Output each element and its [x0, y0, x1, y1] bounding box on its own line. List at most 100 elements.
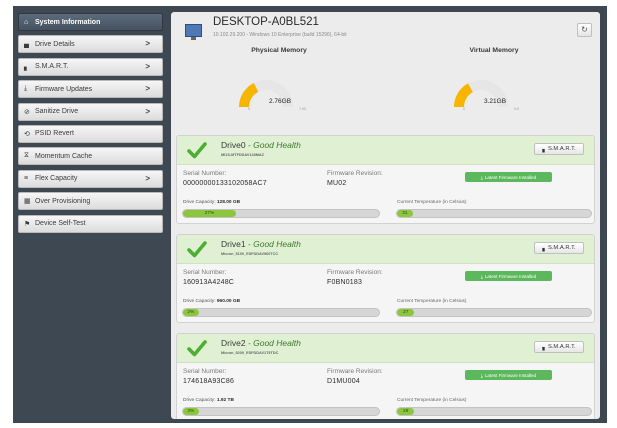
- sidebar-item-label: Device Self-Test: [35, 220, 86, 228]
- sidebar-item-label: PSID Revert: [35, 130, 74, 138]
- sidebar-item-label: Momentum Cache: [35, 152, 93, 160]
- drive-header: Drive1 - Good Health Micron_5100_ESFDDAV9…: [177, 235, 594, 264]
- sidebar-item-label: System Information: [35, 18, 101, 26]
- drive-title: Drive1 - Good Health: [221, 239, 301, 249]
- sliders-icon: ≡: [24, 175, 29, 183]
- capacity-caption: Drive Capacity:: [183, 200, 216, 205]
- firmware-label: Firmware Revision:: [327, 269, 383, 276]
- sidebar-item-system-information[interactable]: ⌂ System Information: [18, 13, 163, 31]
- sidebar-item-drive-details[interactable]: ▄ Drive Details >: [18, 35, 163, 54]
- drive-card: Drive1 - Good Health Micron_5100_ESFDDAV9…: [176, 234, 595, 323]
- firmware-status-badge: ⤓ Latest Firmware Installed: [465, 271, 552, 281]
- firmware-badge-label: Latest Firmware Installed: [484, 273, 537, 279]
- bar-chart-icon: ▖: [542, 344, 547, 351]
- physical-memory-gauge: [239, 80, 293, 108]
- smart-button[interactable]: ▖ S.M.A.R.T.: [534, 341, 584, 353]
- capacity-label: Drive Capacity: 128.00 GB: [183, 200, 240, 205]
- sidebar-item-over-provisioning[interactable]: ▦ Over Provisioning: [18, 192, 163, 211]
- sidebar-item-label: S.M.A.R.T.: [35, 63, 69, 71]
- capacity-bar-fill: 3%: [183, 408, 199, 415]
- sidebar-item-flex-capacity[interactable]: ≡ Flex Capacity >: [18, 169, 163, 188]
- capacity-bar: 3%: [182, 407, 380, 416]
- temperature-label: Current Temperature (in Celsius): [397, 200, 467, 205]
- drive-icon: ▄: [24, 40, 29, 48]
- system-subtitle: 10.102.29.200 - Windows 10 Enterprise (b…: [213, 32, 347, 38]
- hostname-title: DESKTOP-A0BL521: [213, 16, 319, 28]
- drive-title: Drive2 - Good Health: [221, 338, 301, 348]
- drive-health: - Good Health: [245, 239, 301, 249]
- firmware-value: F0BN0183: [327, 279, 363, 286]
- drive-name: Drive0: [221, 140, 246, 150]
- sidebar-item-sanitize-drive[interactable]: ⊘ Sanitize Drive >: [18, 102, 163, 121]
- refresh-icon: ↻: [581, 25, 588, 34]
- smart-button-label: S.M.A.R.T.: [547, 146, 576, 152]
- virtual-memory-max: 9.5: [514, 107, 519, 111]
- capacity-bar-fill: 2%: [183, 309, 199, 316]
- capacity-label: Drive Capacity: 1.92 TB: [183, 398, 234, 403]
- capacity-label: Drive Capacity: 960.00 GB: [183, 299, 240, 304]
- computer-icon: [185, 24, 202, 40]
- drive-model: MI1S-MTFDDAV128MAZ: [221, 153, 264, 157]
- firmware-value: D1MU004: [327, 378, 360, 385]
- firmware-label: Firmware Revision:: [327, 170, 383, 177]
- sidebar-item-label: Flex Capacity: [35, 175, 78, 183]
- smart-button[interactable]: ▖ S.M.A.R.T.: [534, 242, 584, 254]
- bar-chart-icon: ▖: [542, 146, 547, 153]
- sidebar-item-momentum-cache[interactable]: ⧖ Momentum Cache: [18, 147, 163, 166]
- temperature-bar-fill: 27: [397, 309, 415, 316]
- sidebar-item-label: Over Provisioning: [35, 197, 91, 205]
- app-window: ⌂ System Information ▄ Drive Details > ▖ S.M.A…: [13, 6, 607, 423]
- bar-chart-icon: ▖: [542, 245, 547, 252]
- gauge-fill: [239, 82, 259, 108]
- virtual-memory-title: Virtual Memory: [469, 47, 519, 54]
- capacity-bar: 27%: [182, 209, 380, 218]
- capacity-value: 128.00 GB: [216, 200, 241, 205]
- firmware-status-badge: ⤓ Latest Firmware Installed: [465, 370, 552, 380]
- drive-title: Drive0 - Good Health: [221, 140, 301, 150]
- serial-label: Serial Number:: [183, 170, 227, 177]
- home-icon: ⌂: [24, 18, 29, 26]
- drive-model: Micron_5200_ESFDDAV1T9TDC: [221, 351, 279, 355]
- serial-value: 160913A4248C: [183, 279, 235, 286]
- serial-value: 174618A93C86: [183, 378, 235, 385]
- refresh-button[interactable]: ↻: [577, 23, 592, 37]
- sidebar-item-device-self-test[interactable]: ⚑ Device Self-Test: [18, 214, 163, 233]
- download-icon: ⤓: [24, 85, 28, 93]
- chevron-right-icon: >: [145, 106, 150, 116]
- temperature-bar: 31: [396, 209, 592, 218]
- flag-icon: ⚑: [24, 220, 31, 228]
- drive-health: - Good Health: [245, 338, 301, 348]
- capacity-bar-fill: 27%: [183, 210, 236, 217]
- check-icon: [187, 142, 207, 159]
- temperature-bar: 27: [396, 308, 592, 317]
- drive-card: Drive2 - Good Health Micron_5200_ESFDDAV1…: [176, 333, 595, 419]
- sidebar-item-label: Drive Details: [35, 40, 75, 48]
- sidebar-nav: ⌂ System Information ▄ Drive Details > ▖ S.M.A…: [18, 13, 163, 237]
- chevron-right-icon: >: [145, 61, 150, 71]
- chevron-right-icon: >: [145, 84, 150, 94]
- physical-memory-max: 7.93: [299, 107, 306, 111]
- temperature-bar-fill: 31: [397, 210, 413, 217]
- sidebar-item-firmware-updates[interactable]: ⤓ Firmware Updates >: [18, 80, 163, 99]
- chevron-right-icon: >: [145, 39, 150, 49]
- smart-button[interactable]: ▖ S.M.A.R.T.: [534, 143, 584, 155]
- sidebar-item-label: Sanitize Drive: [35, 108, 79, 116]
- main-panel: DESKTOP-A0BL521 10.102.29.200 - Windows …: [171, 12, 600, 419]
- temperature-label: Current Temperature (in Celsius): [397, 398, 467, 403]
- capacity-caption: Drive Capacity:: [183, 299, 216, 304]
- temperature-bar-fill: 28: [397, 408, 415, 415]
- sidebar-item-s-m-a-r-t[interactable]: ▖ S.M.A.R.T. >: [18, 57, 163, 76]
- virtual-memory-value: 3.21GB: [484, 98, 507, 105]
- firmware-value: MU02: [327, 180, 347, 187]
- serial-label: Serial Number:: [183, 368, 227, 375]
- sidebar-item-psid-revert[interactable]: ⟲ PSID Revert: [18, 124, 163, 143]
- firmware-label: Firmware Revision:: [327, 368, 383, 375]
- drive-card: Drive0 - Good Health MI1S-MTFDDAV128MAZ ▖ S…: [176, 135, 595, 224]
- revert-icon: ⟲: [24, 130, 30, 138]
- serial-label: Serial Number:: [183, 269, 227, 276]
- drive-header: Drive2 - Good Health Micron_5200_ESFDDAV1…: [177, 334, 594, 363]
- capacity-value: 1.92 TB: [216, 398, 234, 403]
- download-icon: ⤓: [480, 174, 483, 180]
- drive-name: Drive1: [221, 239, 246, 249]
- sidebar-item-label: Firmware Updates: [35, 85, 93, 93]
